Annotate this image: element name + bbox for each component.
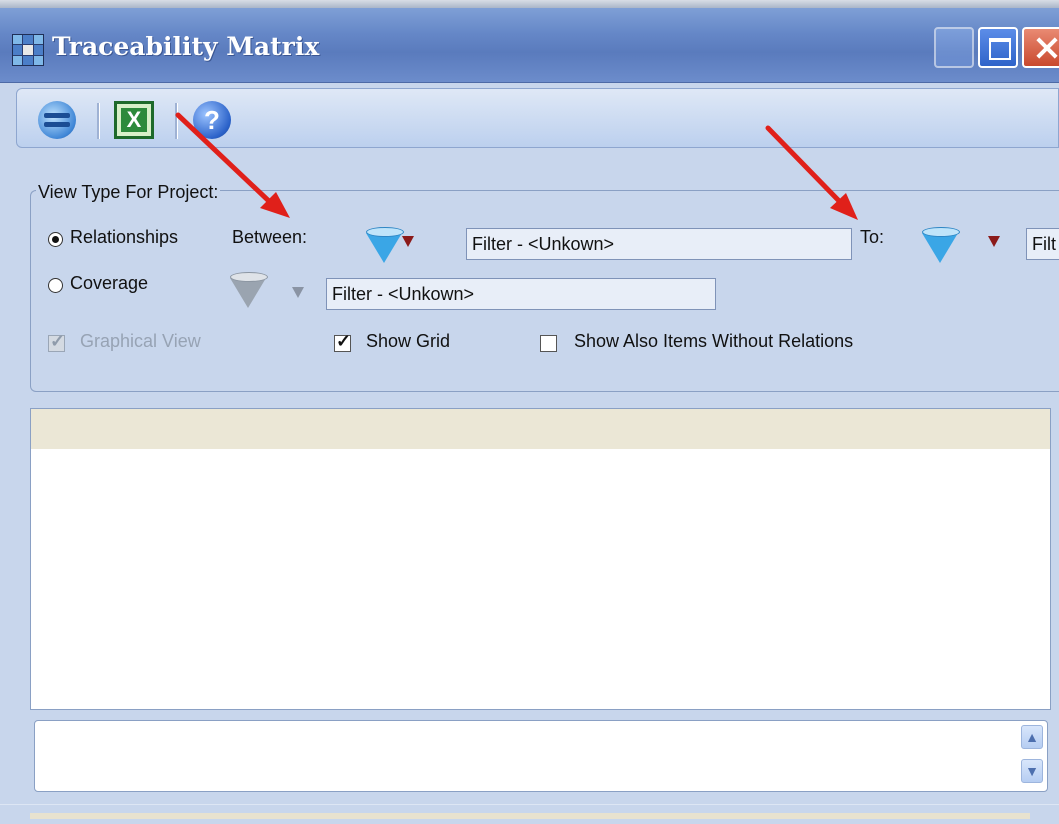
coverage-radio[interactable] bbox=[48, 278, 63, 293]
background-window-strip bbox=[0, 0, 1059, 8]
status-bar bbox=[0, 804, 1059, 824]
relationships-radio[interactable] bbox=[48, 232, 63, 247]
help-icon[interactable]: ? bbox=[193, 101, 231, 139]
graphical-view-checkbox[interactable] bbox=[48, 331, 65, 352]
details-text-area[interactable]: ▲ ▼ bbox=[34, 720, 1048, 792]
scroll-up-icon[interactable]: ▲ bbox=[1021, 725, 1043, 749]
graphical-view-label: Graphical View bbox=[80, 331, 201, 351]
toolbar: X ? bbox=[16, 88, 1059, 148]
between-filter-field[interactable]: Filter - <Unkown> bbox=[466, 228, 852, 260]
minimize-button[interactable] bbox=[934, 27, 974, 68]
traceability-app-icon bbox=[12, 34, 44, 66]
between-filter-funnel-icon[interactable] bbox=[366, 227, 404, 263]
toolbar-separator bbox=[175, 103, 178, 139]
between-label: Between: bbox=[232, 227, 308, 247]
to-filter-field[interactable]: Filt bbox=[1026, 228, 1059, 260]
matrix-grid-header bbox=[31, 409, 1050, 449]
coverage-filter-field[interactable]: Filter - <Unkown> bbox=[326, 278, 716, 310]
show-without-relations-checkbox[interactable] bbox=[540, 335, 557, 352]
maximize-button[interactable] bbox=[978, 27, 1018, 68]
to-filter-dropdown-arrow[interactable] bbox=[988, 236, 1000, 247]
close-button[interactable] bbox=[1022, 27, 1059, 68]
between-filter-dropdown-arrow[interactable] bbox=[402, 236, 414, 247]
show-grid-checkbox[interactable] bbox=[334, 331, 351, 352]
window-title: Traceability Matrix bbox=[52, 32, 320, 61]
view-type-group-label: View Type For Project: bbox=[36, 182, 221, 203]
to-filter-funnel-icon[interactable] bbox=[922, 227, 960, 263]
coverage-filter-funnel-icon[interactable] bbox=[230, 272, 268, 308]
coverage-filter-dropdown-arrow[interactable] bbox=[292, 287, 304, 298]
scroll-down-icon[interactable]: ▼ bbox=[1021, 759, 1043, 783]
to-label: To: bbox=[860, 227, 885, 247]
refresh-icon[interactable] bbox=[38, 101, 76, 139]
title-bar: Traceability Matrix bbox=[0, 8, 1059, 83]
show-without-relations-label[interactable]: Show Also Items Without Relations bbox=[574, 331, 853, 352]
excel-export-icon[interactable]: X bbox=[114, 101, 154, 139]
toolbar-separator bbox=[97, 103, 100, 139]
show-grid-label[interactable]: Show Grid bbox=[366, 331, 450, 352]
relationships-label[interactable]: Relationships bbox=[70, 227, 178, 248]
coverage-label[interactable]: Coverage bbox=[70, 273, 148, 294]
matrix-grid[interactable] bbox=[30, 408, 1051, 710]
